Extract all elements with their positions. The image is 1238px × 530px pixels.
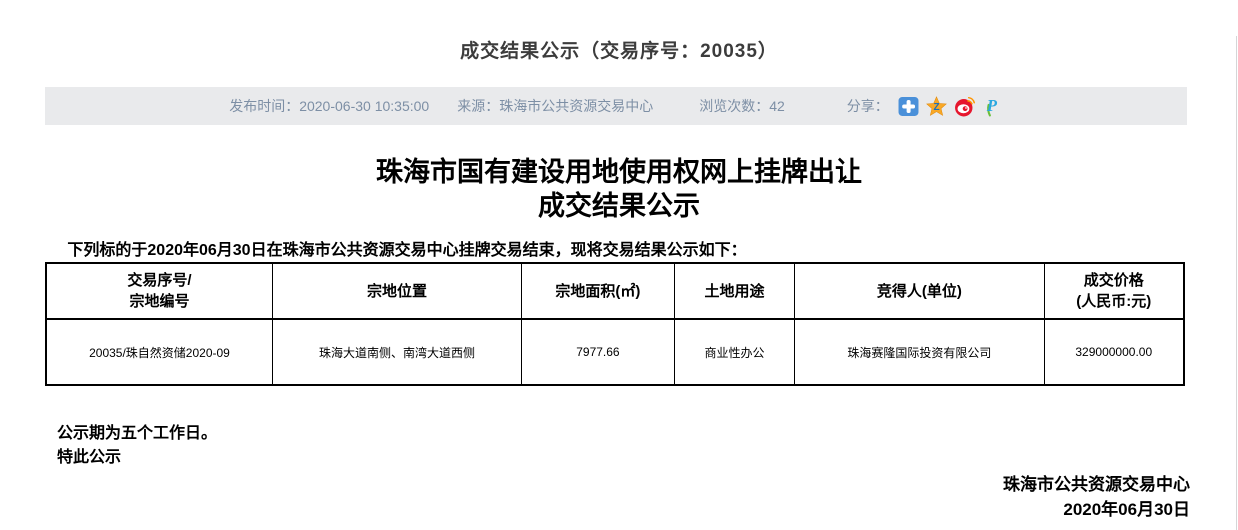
pengyou-icon[interactable]: P [982,96,1003,117]
header-deal-price: 成交价格 (人民币:元) [1044,263,1184,319]
publish-time-label: 发布时间： [229,98,299,114]
announcement-heading: 珠海市国有建设用地使用权网上挂牌出让 成交结果公示 [0,155,1238,223]
header-winning-bidder: 竞得人(单位) [795,263,1044,319]
view-count-value: 42 [769,98,785,114]
result-table: 交易序号/ 宗地编号 宗地位置 宗地面积(㎡) 土地用途 竞得人(单位) 成交价… [45,262,1185,386]
closing-line1: 公示期为五个工作日。 [57,422,1238,446]
weibo-icon[interactable] [954,96,975,117]
cell-land-use: 商业性办公 [674,319,795,385]
page-right-border [1236,36,1237,530]
header-land-use: 土地用途 [674,263,795,319]
share-icons: Z P [898,96,1003,117]
source: 来源：珠海市公共资源交易中心 [457,96,653,116]
header-parcel-location: 宗地位置 [272,263,521,319]
cell-parcel-location: 珠海大道南侧、南湾大道西侧 [272,319,521,385]
signature-date: 2020年06月30日 [0,497,1190,522]
svg-text:P: P [986,96,998,115]
announcement-intro: 下列标的于2020年06月30日在珠海市公共资源交易中心挂牌交易结束，现将交易结… [45,236,1190,260]
publish-time-value: 2020-06-30 10:35:00 [299,98,429,114]
closing-line2: 特此公示 [57,446,1238,470]
cell-parcel-area: 7977.66 [522,319,674,385]
view-count-label: 浏览次数： [699,98,769,114]
cell-deal-price: 329000000.00 [1044,319,1184,385]
cell-serial-number: 20035/珠自然资储2020-09 [46,319,272,385]
source-value: 珠海市公共资源交易中心 [499,98,653,114]
table-row: 20035/珠自然资储2020-09 珠海大道南侧、南湾大道西侧 7977.66… [46,319,1184,385]
table-header-row: 交易序号/ 宗地编号 宗地位置 宗地面积(㎡) 土地用途 竞得人(单位) 成交价… [46,263,1184,319]
cell-winning-bidder: 珠海赛隆国际投资有限公司 [795,319,1044,385]
share-label: 分享： [847,96,889,116]
signature-block: 珠海市公共资源交易中心 2020年06月30日 [0,472,1190,522]
closing-statement: 公示期为五个工作日。 特此公示 [57,422,1238,470]
signature-org: 珠海市公共资源交易中心 [0,472,1190,497]
page-title: 成交结果公示（交易序号：20035） [0,36,1238,63]
header-parcel-area: 宗地面积(㎡) [522,263,674,319]
share-more-icon[interactable] [898,96,919,117]
meta-bar: 发布时间：2020-06-30 10:35:00 来源：珠海市公共资源交易中心 … [45,87,1187,125]
share-group: 分享： Z [847,96,1003,117]
source-label: 来源： [457,98,499,114]
svg-text:Z: Z [933,102,939,113]
view-count: 浏览次数：42 [699,96,785,116]
header-serial-number: 交易序号/ 宗地编号 [46,263,272,319]
announcement-heading-line1: 珠海市国有建设用地使用权网上挂牌出让 [0,155,1238,189]
publish-time: 发布时间：2020-06-30 10:35:00 [229,96,429,116]
qzone-icon[interactable]: Z [926,96,947,117]
announcement-heading-line2: 成交结果公示 [0,189,1238,223]
